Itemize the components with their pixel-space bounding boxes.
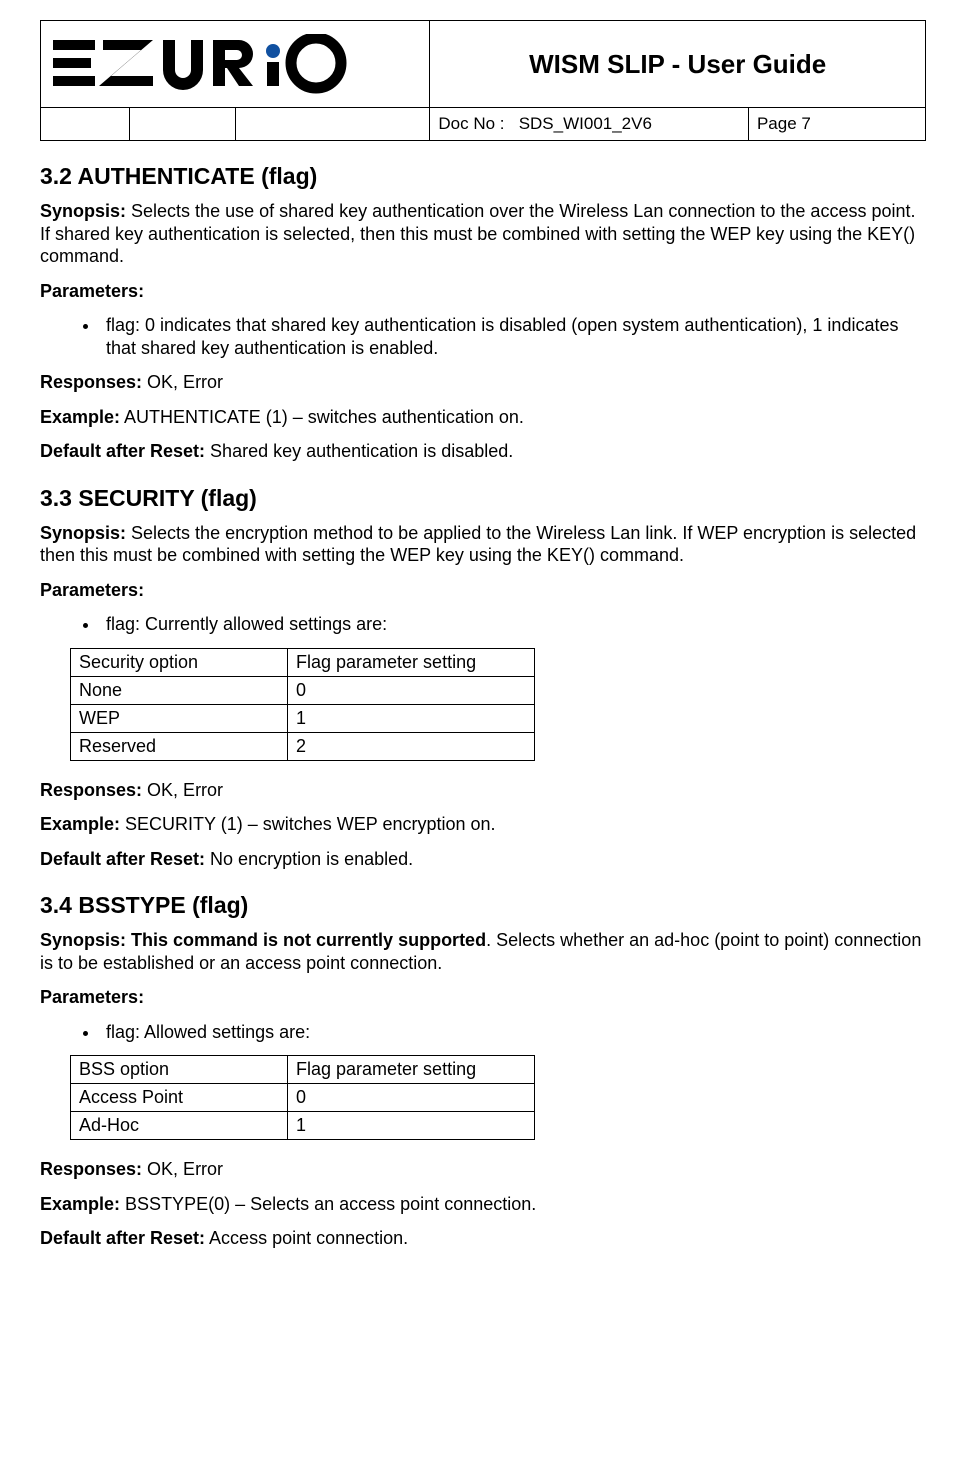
brand-logo-icon	[51, 34, 411, 94]
security-table: Security optionFlag parameter setting No…	[70, 648, 535, 761]
s32-responses-text: OK, Error	[142, 372, 223, 392]
s34-responses-text: OK, Error	[142, 1159, 223, 1179]
s34-default-text: Access point connection.	[205, 1228, 408, 1248]
label-parameters: Parameters:	[40, 579, 926, 602]
bsstype-table: BSS optionFlag parameter setting Access …	[70, 1055, 535, 1140]
logo-cell	[41, 21, 430, 108]
s32-default: Default after Reset: Shared key authenti…	[40, 440, 926, 463]
table-cell: 1	[288, 1112, 535, 1140]
table-cell: None	[71, 676, 288, 704]
table-header: BSS option	[71, 1056, 288, 1084]
label-responses: Responses:	[40, 780, 142, 800]
s34-example-text: BSSTYPE(0) – Selects an access point con…	[120, 1194, 536, 1214]
label-example: Example:	[40, 1194, 120, 1214]
s34-synopsis-bold: Synopsis: This command is not currently …	[40, 930, 486, 950]
section-3-2-heading: 3.2 AUTHENTICATE (flag)	[40, 163, 926, 190]
s33-example-text: SECURITY (1) – switches WEP encryption o…	[120, 814, 495, 834]
s34-default: Default after Reset: Access point connec…	[40, 1227, 926, 1250]
s32-synopsis: Synopsis: Selects the use of shared key …	[40, 200, 926, 268]
label-responses: Responses:	[40, 1159, 142, 1179]
doc-title: WISM SLIP - User Guide	[430, 21, 926, 108]
table-cell: 2	[288, 732, 535, 760]
doc-no-label: Doc No :	[438, 114, 504, 133]
section-3-4-heading: 3.4 BSSTYPE (flag)	[40, 892, 926, 919]
s33-responses-text: OK, Error	[142, 780, 223, 800]
label-synopsis: Synopsis:	[40, 201, 126, 221]
s32-synopsis-text: Selects the use of shared key authentica…	[40, 201, 916, 266]
table-cell: Ad-Hoc	[71, 1112, 288, 1140]
table-header: Flag parameter setting	[288, 1056, 535, 1084]
doc-no-value: SDS_WI001_2V6	[519, 114, 652, 133]
header-empty-2	[129, 108, 235, 141]
label-default: Default after Reset:	[40, 849, 205, 869]
s33-synopsis-text: Selects the encryption method to be appl…	[40, 523, 916, 566]
label-parameters: Parameters:	[40, 280, 926, 303]
s32-bullet: flag: 0 indicates that shared key authen…	[100, 314, 926, 359]
doc-no-cell: Doc No : SDS_WI001_2V6	[430, 108, 749, 141]
s33-bullet: flag: Currently allowed settings are:	[100, 613, 926, 636]
table-cell: 0	[288, 1084, 535, 1112]
label-responses: Responses:	[40, 372, 142, 392]
table-cell: 1	[288, 704, 535, 732]
label-example: Example:	[40, 407, 120, 427]
header-table: WISM SLIP - User Guide Doc No : SDS_WI00…	[40, 20, 926, 141]
s32-example: Example: AUTHENTICATE (1) – switches aut…	[40, 406, 926, 429]
s32-responses: Responses: OK, Error	[40, 371, 926, 394]
table-cell: WEP	[71, 704, 288, 732]
table-header: Flag parameter setting	[288, 648, 535, 676]
s34-example: Example: BSSTYPE(0) – Selects an access …	[40, 1193, 926, 1216]
s32-example-text: AUTHENTICATE (1) – switches authenticati…	[120, 407, 524, 427]
label-example: Example:	[40, 814, 120, 834]
table-cell: 0	[288, 676, 535, 704]
s32-default-text: Shared key authentication is disabled.	[205, 441, 513, 461]
table-cell: Access Point	[71, 1084, 288, 1112]
s33-synopsis: Synopsis: Selects the encryption method …	[40, 522, 926, 567]
label-default: Default after Reset:	[40, 441, 205, 461]
s33-responses: Responses: OK, Error	[40, 779, 926, 802]
page-number: Page 7	[748, 108, 925, 141]
s33-default-text: No encryption is enabled.	[205, 849, 413, 869]
s34-bullet: flag: Allowed settings are:	[100, 1021, 926, 1044]
s33-example: Example: SECURITY (1) – switches WEP enc…	[40, 813, 926, 836]
label-default: Default after Reset:	[40, 1228, 205, 1248]
label-parameters: Parameters:	[40, 986, 926, 1009]
s33-default: Default after Reset: No encryption is en…	[40, 848, 926, 871]
s34-synopsis: Synopsis: This command is not currently …	[40, 929, 926, 974]
table-cell: Reserved	[71, 732, 288, 760]
table-header: Security option	[71, 648, 288, 676]
header-empty-3	[235, 108, 430, 141]
header-empty-1	[41, 108, 130, 141]
s34-responses: Responses: OK, Error	[40, 1158, 926, 1181]
label-synopsis: Synopsis:	[40, 523, 126, 543]
section-3-3-heading: 3.3 SECURITY (flag)	[40, 485, 926, 512]
